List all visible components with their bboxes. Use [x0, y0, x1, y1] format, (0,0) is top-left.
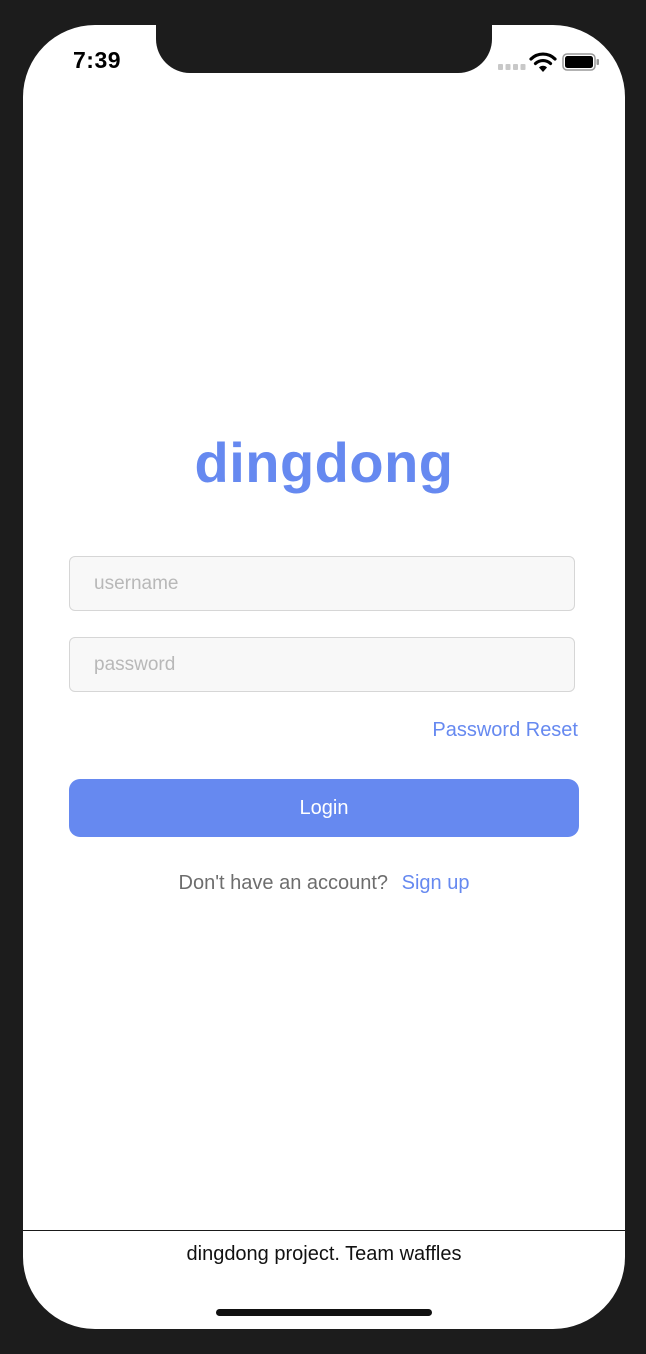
- app-title: dingdong: [194, 431, 454, 494]
- wifi-icon: [529, 52, 557, 72]
- battery-icon: [562, 53, 599, 71]
- device-frame: 7:39 dingdong Password Reset Login Don't…: [0, 0, 646, 1354]
- device-notch: [156, 25, 492, 73]
- status-time: 7:39: [73, 47, 122, 73]
- signup-link[interactable]: Sign up: [402, 872, 470, 894]
- footer-text: dingdong project. Team waffles: [186, 1243, 462, 1265]
- signup-prompt: Don't have an account?: [178, 872, 389, 894]
- password-input[interactable]: [69, 637, 575, 692]
- username-input[interactable]: [69, 556, 575, 611]
- signup-row: Don't have an account? Sign up: [23, 872, 625, 895]
- login-button[interactable]: Login: [69, 779, 579, 837]
- app-screen: 7:39 dingdong Password Reset Login Don't…: [23, 25, 625, 1329]
- password-reset-link[interactable]: Password Reset: [432, 719, 578, 742]
- home-indicator[interactable]: [216, 1309, 432, 1316]
- cellular-signal-icon: [498, 64, 526, 70]
- footer-divider: [23, 1230, 625, 1231]
